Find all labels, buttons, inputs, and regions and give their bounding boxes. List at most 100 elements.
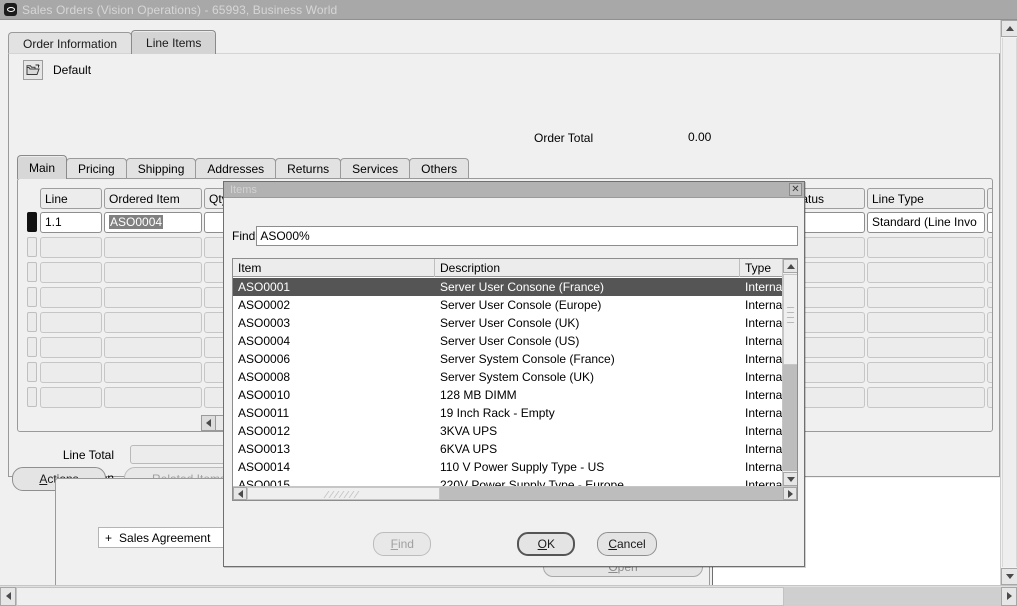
list-cell-description: 3KVA UPS xyxy=(440,424,498,438)
tab-main[interactable]: Main xyxy=(17,155,68,179)
listbox-vertical-track[interactable] xyxy=(783,274,797,471)
list-item[interactable]: ASO0014 110 V Power Supply Type - US Inter… xyxy=(233,458,782,476)
vertical-scroll-track[interactable] xyxy=(1002,38,1017,567)
scroll-up-button[interactable] xyxy=(1001,20,1017,37)
grid-column-header-qty-c[interactable]: Qty C xyxy=(987,188,992,209)
listbox-rows[interactable]: ASO0001 Server User Consone (France) Inter… xyxy=(233,278,782,486)
grid-cell[interactable] xyxy=(987,286,992,308)
dialog-cancel-button[interactable]: Cancel xyxy=(597,532,657,556)
list-column-header-item[interactable]: Item xyxy=(233,259,435,277)
list-item[interactable]: ASO0008 Server System Console (UK) Interna… xyxy=(233,368,782,386)
row-selector[interactable] xyxy=(27,287,37,307)
grid-cell[interactable] xyxy=(40,311,102,333)
scroll-left-button[interactable] xyxy=(0,586,16,606)
listbox-scroll-right-button[interactable] xyxy=(783,487,797,500)
grid-cell[interactable] xyxy=(987,311,992,333)
grid-cell[interactable] xyxy=(867,236,985,258)
grid-cell[interactable] xyxy=(867,386,985,408)
list-item[interactable]: ASO0011 19 Inch Rack - Empty Internal xyxy=(233,404,782,422)
grid-cell[interactable] xyxy=(104,386,202,408)
grid-cell[interactable] xyxy=(40,236,102,258)
grid-cell[interactable] xyxy=(987,261,992,283)
grid-cell[interactable] xyxy=(40,286,102,308)
horizontal-scroll-thumb[interactable] xyxy=(16,586,785,606)
dialog-find-button[interactable]: Find xyxy=(373,532,432,556)
window-horizontal-scrollbar[interactable] xyxy=(0,585,1017,606)
grid-cell[interactable] xyxy=(867,361,985,383)
grid-column-header-line[interactable]: Line xyxy=(40,188,102,209)
grid-cell[interactable] xyxy=(987,361,992,383)
tab-line-items[interactable]: Line Items xyxy=(131,30,217,54)
grid-cell[interactable]: Standard (Line Invo xyxy=(867,211,985,233)
list-item[interactable]: ASO0003 Server User Console (UK) Internal xyxy=(233,314,782,332)
grid-cell[interactable] xyxy=(867,311,985,333)
tab-shipping[interactable]: Shipping xyxy=(125,158,197,179)
list-cell-item: ASO0008 xyxy=(238,370,291,384)
find-input[interactable]: ASO00% xyxy=(256,226,798,246)
grid-cell[interactable] xyxy=(104,286,202,308)
grid-cell[interactable] xyxy=(867,336,985,358)
grid-cell[interactable] xyxy=(104,261,202,283)
grid-column-header-ordered-item[interactable]: Ordered Item xyxy=(104,188,202,209)
list-item[interactable]: ASO0006 Server System Console (France) Int… xyxy=(233,350,782,368)
row-selector[interactable] xyxy=(27,237,37,257)
list-item[interactable]: ASO0010 128 MB DIMM Internal xyxy=(233,386,782,404)
window-vertical-scrollbar[interactable] xyxy=(1000,20,1017,585)
tab-services[interactable]: Services xyxy=(340,158,411,179)
grid-cell[interactable] xyxy=(987,336,992,358)
open-folder-icon[interactable] xyxy=(23,60,43,80)
list-column-header-description[interactable]: Description xyxy=(435,259,740,277)
oracle-logo-icon xyxy=(4,3,17,16)
expand-plus-icon[interactable]: + xyxy=(105,531,112,545)
grid-cell[interactable]: 0 xyxy=(987,211,992,233)
list-item[interactable]: ASO0001 Server User Consone (France) Inter… xyxy=(233,278,782,296)
grid-column-header-line-type[interactable]: Line Type xyxy=(867,188,985,209)
row-selector[interactable] xyxy=(27,262,37,282)
grid-cell[interactable] xyxy=(867,261,985,283)
grid-cell[interactable]: ASO0004 xyxy=(104,211,202,233)
grid-scroll-left-button[interactable] xyxy=(201,415,216,431)
listbox-scroll-left-button[interactable] xyxy=(233,487,247,500)
tab-returns[interactable]: Returns xyxy=(275,158,342,179)
grid-cell[interactable] xyxy=(104,361,202,383)
grid-cell[interactable] xyxy=(40,336,102,358)
row-selector[interactable] xyxy=(27,312,37,332)
list-cell-type: Internal xyxy=(745,460,782,474)
listbox-scroll-down-button[interactable] xyxy=(783,472,797,486)
row-selector[interactable] xyxy=(27,212,37,232)
row-selector[interactable] xyxy=(27,387,37,407)
row-selector[interactable] xyxy=(27,362,37,382)
listbox-vertical-scrollbar[interactable] xyxy=(782,259,797,486)
row-selector[interactable] xyxy=(27,337,37,357)
list-item[interactable]: ASO0013 6KVA UPS Internal xyxy=(233,440,782,458)
items-listbox[interactable]: Item Description Type ASO0001 Server User C… xyxy=(232,258,798,501)
list-column-header-type[interactable]: Type xyxy=(740,259,784,277)
dialog-ok-button[interactable]: OK xyxy=(517,532,576,556)
list-item[interactable]: ASO0004 Server User Console (US) Internal xyxy=(233,332,782,350)
list-item[interactable]: ASO0015 220V Power Supply Type - Europe In… xyxy=(233,476,782,486)
scroll-down-button[interactable] xyxy=(1001,568,1017,585)
listbox-horizontal-thumb[interactable] xyxy=(247,487,440,500)
grid-cell[interactable] xyxy=(40,261,102,283)
tab-pricing[interactable]: Pricing xyxy=(66,158,127,179)
grid-cell[interactable] xyxy=(104,336,202,358)
tab-others[interactable]: Others xyxy=(409,158,470,179)
tab-order-information[interactable]: Order Information xyxy=(8,32,133,54)
listbox-scroll-up-button[interactable] xyxy=(783,259,797,273)
grid-cell[interactable] xyxy=(104,311,202,333)
list-item[interactable]: ASO0002 Server User Console (Europe) Inter… xyxy=(233,296,782,314)
scroll-right-button[interactable] xyxy=(1001,586,1017,606)
grid-cell[interactable] xyxy=(987,236,992,258)
tab-addresses[interactable]: Addresses xyxy=(195,158,277,179)
grid-cell[interactable] xyxy=(987,386,992,408)
grid-cell[interactable] xyxy=(867,286,985,308)
grid-cell[interactable]: 1.1 xyxy=(40,211,102,233)
close-icon[interactable]: ✕ xyxy=(789,183,802,196)
horizontal-scroll-track[interactable] xyxy=(16,586,1001,606)
list-item[interactable]: ASO0012 3KVA UPS Internal xyxy=(233,422,782,440)
grid-cell[interactable] xyxy=(104,236,202,258)
grid-cell[interactable] xyxy=(40,386,102,408)
listbox-horizontal-scrollbar[interactable] xyxy=(233,486,797,500)
listbox-horizontal-track[interactable] xyxy=(247,487,783,500)
grid-cell[interactable] xyxy=(40,361,102,383)
